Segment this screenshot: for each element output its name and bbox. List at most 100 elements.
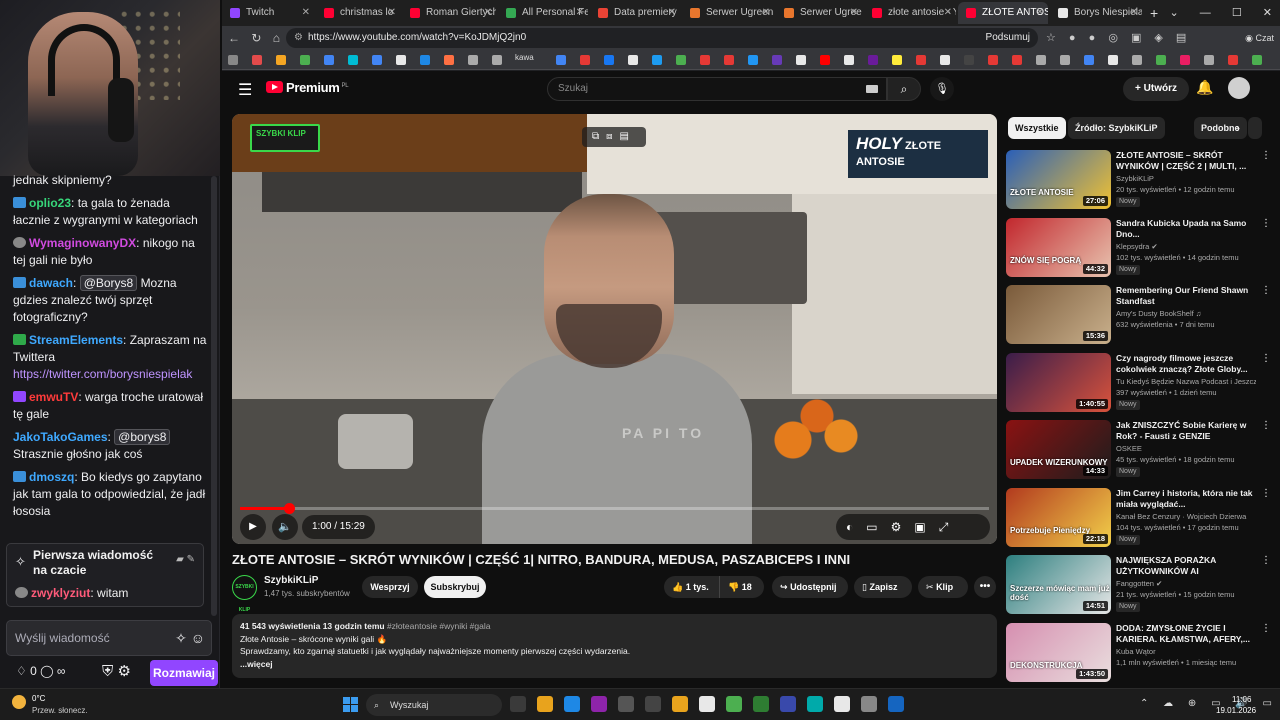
like-button[interactable]: 👍 1 tys. — [664, 576, 720, 598]
shield-icon[interactable]: ⛨ — [102, 663, 113, 680]
filter-chip[interactable]: Wszystkie — [1008, 117, 1066, 139]
chat-username[interactable]: JakoTakoGames — [13, 430, 108, 444]
browser-tab[interactable]: Twitch ✕ — [222, 2, 314, 24]
bookmark-icon[interactable] — [844, 55, 854, 65]
browser-tab[interactable]: Roman Giertych ✕ — [402, 2, 496, 24]
recommended-title[interactable]: ZŁOTE ANTOSIE – SKRÓT WYNIKÓW | CZĘŚĆ 2 … — [1116, 150, 1256, 172]
progress-bar[interactable] — [240, 503, 989, 514]
close-tab-icon[interactable]: ✕ — [668, 2, 676, 24]
clock-date[interactable]: 19.01.2026 — [1216, 706, 1256, 715]
bookmark-icon[interactable] — [796, 55, 806, 65]
chat-link[interactable]: https://twitter.com/borysniespielak — [13, 367, 192, 381]
video-thumbnail[interactable]: ZNÓW SIĘ POGRĄ 44:32 — [1006, 217, 1111, 277]
chat-username[interactable]: emwuTV — [29, 390, 78, 404]
recommended-title[interactable]: NAJWIĘKSZA PORAŻKA UŻYTKOWNIKÓW AI — [1116, 555, 1256, 577]
search-input[interactable]: Szukaj — [547, 77, 887, 101]
system-tray[interactable]: ⌃ ☁ ⊕ ▭ 🔊 ▭ — [1140, 698, 1278, 709]
player-right-controls[interactable]: ◐▭⚙▣⤢ — [836, 514, 990, 540]
address-bar[interactable]: ⚙ https://www.youtube.com/watch?v=KoJDMj… — [286, 28, 1038, 48]
browser-tab[interactable]: Borys Niespielak ✕ — [1050, 2, 1142, 24]
bookmark-icon[interactable] — [300, 55, 310, 65]
close-tab-icon[interactable]: ✕ — [762, 2, 770, 24]
share-button[interactable]: ↪ Udostępnij — [772, 576, 848, 598]
recommended-title[interactable]: Remembering Our Friend Shawn Standfast — [1116, 285, 1256, 307]
miniplayer-icon[interactable]: ▣ — [914, 520, 938, 534]
search-button[interactable]: ⌕ — [887, 77, 921, 101]
video-thumbnail[interactable]: DEKONSTRUKCJA 1:43:50 — [1006, 622, 1111, 682]
bits-icon[interactable]: ✧ — [175, 630, 187, 646]
create-button[interactable]: + Utwórz — [1123, 77, 1189, 101]
filter-chip[interactable] — [1248, 117, 1262, 139]
show-more-link[interactable]: ...więcej — [240, 658, 989, 671]
home-icon[interactable]: ⌂ — [273, 31, 280, 45]
bookmark-icon[interactable] — [748, 55, 758, 65]
browser-tab[interactable]: Serwer Ugreen N✕ — [682, 2, 774, 24]
weather-desc[interactable]: Przew. słonecz. — [32, 706, 88, 715]
bookmark-icon[interactable] — [252, 55, 262, 65]
taskbar-search[interactable]: ⌕ Wyszukaj — [366, 694, 502, 716]
recommended-video[interactable]: UPADEK WIZERUNKOWY 14:33 Jak ZNISZCZYĆ Sob… — [1006, 420, 1272, 482]
more-options-icon[interactable]: ⋮ — [1261, 150, 1271, 161]
more-options-icon[interactable]: ⋮ — [1261, 353, 1271, 364]
window-controls[interactable]: ⌄ — ☐ ✕ — [1170, 0, 1272, 26]
chat-username[interactable]: dawach — [29, 276, 73, 290]
hashtags[interactable]: #złoteantosie #wyniki #gala — [387, 621, 490, 631]
back-icon[interactable]: ← — [228, 31, 240, 45]
save-button[interactable]: ▯ Zapisz — [854, 576, 912, 598]
clock-time[interactable]: 11:06 — [1232, 695, 1251, 704]
recommended-channel[interactable]: Kanał Bez Cenzury · Wojciech Dzierwa — [1116, 512, 1256, 521]
channel-points-icon[interactable]: ♢ — [16, 664, 27, 678]
fullscreen-icon[interactable]: ⤢ — [939, 520, 962, 534]
bookmark-icon[interactable] — [964, 55, 974, 65]
bell-icon[interactable]: 🔔 — [1196, 79, 1213, 96]
recommended-channel[interactable]: Klepsydra ✔ — [1116, 242, 1256, 251]
chat-username[interactable]: StreamElements — [29, 333, 123, 347]
keyboard-icon[interactable] — [866, 85, 878, 93]
chat-send-button[interactable]: Rozmawiaj — [150, 660, 218, 686]
bookmark-icon[interactable] — [988, 55, 998, 65]
more-actions-button[interactable]: ••• — [974, 576, 996, 598]
youtube-premium-logo[interactable]: Premium PL — [266, 80, 349, 95]
recommended-video[interactable]: DEKONSTRUKCJA 1:43:50 DODA: ZMYSŁONE ŻYCIE… — [1006, 622, 1272, 685]
card-actions-icon[interactable]: ▰ ✎ — [176, 554, 195, 565]
bookmark-icon[interactable] — [348, 55, 358, 65]
browser-tab[interactable]: All Personal Fee✕ — [498, 2, 588, 24]
dislike-button[interactable]: 👎 18 — [722, 576, 764, 598]
chat-input[interactable]: Wyślij wiadomość ✧ ☺ — [6, 620, 212, 656]
reload-icon[interactable]: ↻ — [251, 31, 261, 45]
autoplay-toggle[interactable]: ◐ — [846, 520, 866, 534]
taskbar-app-icon[interactable] — [780, 696, 796, 712]
bookmark-icon[interactable] — [372, 55, 382, 65]
recommended-title[interactable]: Czy nagrody filmowe jeszcze cokolwiek zn… — [1116, 353, 1256, 375]
mention[interactable]: @borys8 — [114, 429, 171, 445]
settings-icon[interactable]: ⚙ — [891, 520, 915, 534]
bookmark-icon[interactable] — [1108, 55, 1118, 65]
chevron-right-icon[interactable]: › — [1236, 121, 1240, 135]
bookmark-icon[interactable] — [892, 55, 902, 65]
recommended-video[interactable]: ZŁOTE ANTOSIE 27:06 ZŁOTE ANTOSIE – SKRÓT … — [1006, 150, 1272, 212]
taskbar-app-icon[interactable] — [861, 696, 877, 712]
taskbar-app-icon[interactable] — [699, 696, 715, 712]
more-options-icon[interactable]: ⋮ — [1261, 420, 1271, 431]
close-tab-icon[interactable]: ✕ — [484, 2, 492, 24]
more-options-icon[interactable]: ⋮ — [1261, 218, 1271, 229]
close-tab-icon[interactable]: ✕ — [388, 2, 396, 24]
taskbar-app-icon[interactable] — [807, 696, 823, 712]
bookmark-icon[interactable] — [676, 55, 686, 65]
taskbar-app-icon[interactable] — [753, 696, 769, 712]
bookmark-icon[interactable] — [772, 55, 782, 65]
taskbar-app-icon[interactable] — [510, 696, 526, 712]
chat-scrollbar[interactable] — [211, 176, 217, 616]
recommended-title[interactable]: Jak ZNISZCZYĆ Sobie Karierę w Rok? - Fau… — [1116, 420, 1256, 442]
play-button[interactable]: ▶ — [240, 514, 266, 540]
recommended-channel[interactable]: SzybkiKLiP — [1116, 174, 1256, 183]
bookmark-icon[interactable] — [1132, 55, 1142, 65]
bookmark-icon[interactable] — [604, 55, 614, 65]
channel-avatar[interactable]: SZYBKI KLIP — [232, 575, 257, 613]
bookmark-icon[interactable] — [820, 55, 830, 65]
recommended-video[interactable]: 1:40:55 Czy nagrody filmowe jeszcze cokol… — [1006, 352, 1272, 415]
bookmark-icon[interactable] — [628, 55, 638, 65]
bookmark-icon[interactable] — [700, 55, 710, 65]
recommended-video[interactable]: Szczerze mówiąc mam już dość 14:51 NAJWIĘK… — [1006, 555, 1272, 617]
bookmark-icon[interactable] — [1012, 55, 1022, 65]
